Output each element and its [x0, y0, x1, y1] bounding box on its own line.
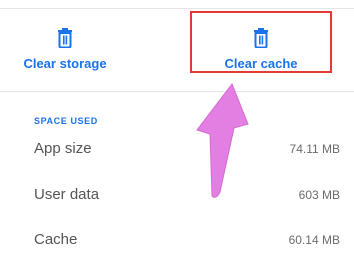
section-divider: [0, 91, 354, 92]
clear-cache-label: Clear cache: [224, 56, 298, 71]
cache-row: Cache 60.14 MB: [0, 225, 354, 255]
app-size-value: 74.11 MB: [289, 142, 340, 156]
user-data-value: 603 MB: [298, 188, 340, 202]
clear-storage-label: Clear storage: [23, 56, 107, 71]
app-size-row: App size 74.11 MB: [0, 134, 354, 164]
storage-actions: Clear storage Clear cache: [0, 9, 354, 89]
trash-icon: [58, 28, 72, 48]
trash-icon: [254, 28, 268, 48]
clear-cache-button[interactable]: Clear cache: [190, 9, 332, 89]
clear-storage-button[interactable]: Clear storage: [0, 9, 130, 89]
space-used-header: SPACE USED: [34, 116, 98, 126]
user-data-row: User data 603 MB: [0, 180, 354, 210]
cache-label: Cache: [34, 231, 78, 248]
cache-value: 60.14 MB: [288, 233, 340, 247]
user-data-label: User data: [34, 186, 100, 203]
app-size-label: App size: [34, 140, 92, 157]
